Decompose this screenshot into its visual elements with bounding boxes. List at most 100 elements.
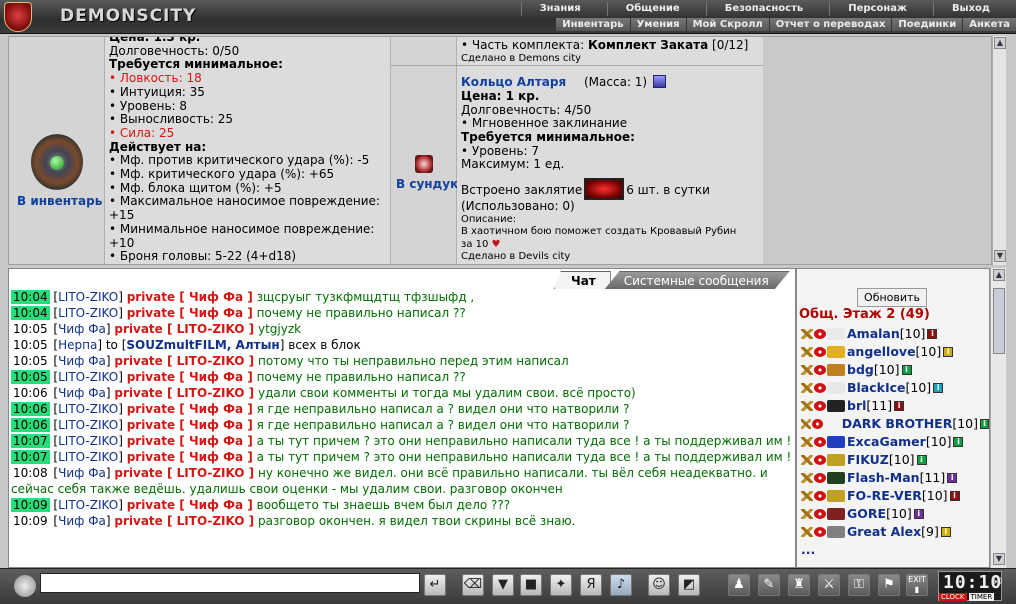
chat-timestamp[interactable]: 10:07 [11, 434, 50, 448]
user-row[interactable]: bdg [10] i [801, 361, 989, 379]
chat-timestamp[interactable]: 10:07 [11, 450, 50, 464]
chat-sender[interactable]: LITO-ZIKO [58, 450, 118, 464]
nav-main-2[interactable]: Безопасность [705, 2, 830, 16]
chat-timestamp[interactable]: 10:06 [11, 418, 50, 432]
clan-badge-icon[interactable] [827, 526, 845, 538]
chat-timestamp[interactable]: 10:06 [11, 386, 50, 400]
user-info-icon[interactable]: i [940, 527, 951, 537]
timer-mode-button[interactable]: TIMER [968, 593, 995, 601]
clan-badge-icon[interactable] [827, 364, 845, 376]
smiley-icon[interactable]: ☺ [648, 574, 670, 596]
walk-icon[interactable]: ✦ [550, 574, 572, 596]
chat-sender[interactable]: LITO-ZIKO [58, 434, 118, 448]
chat-timestamp[interactable]: 10:09 [11, 514, 50, 528]
chat-recipient[interactable]: Чиф Фа [189, 370, 243, 384]
chat-recipient[interactable]: Чиф Фа [189, 402, 243, 416]
user-info-icon[interactable]: i [933, 383, 944, 393]
chat-private-to[interactable]: private [ Чиф Фа ] [127, 402, 253, 416]
user-name[interactable]: Flash-Man [847, 469, 920, 487]
scroll-down-icon[interactable]: ▼ [994, 250, 1006, 262]
chat-sender[interactable]: Чиф Фа [58, 466, 106, 480]
clock-mode-button[interactable]: CLOCK [939, 593, 967, 601]
item2-name[interactable]: Кольцо Алтаря [461, 75, 566, 89]
chat-sender[interactable]: Чиф Фа [58, 322, 106, 336]
chat-sender[interactable]: LITO-ZIKO [58, 306, 118, 320]
chat-private-to[interactable]: private [ LITO-ZIKO ] [114, 354, 254, 368]
user-name[interactable]: BlackIce [847, 379, 906, 397]
chat-sender[interactable]: LITO-ZIKO [58, 290, 118, 304]
scroll-thumb[interactable] [993, 288, 1005, 354]
chat-timestamp[interactable]: 10:04 [11, 290, 50, 304]
chat-sender[interactable]: Нерпа [58, 338, 97, 352]
clan-badge-icon[interactable] [827, 328, 845, 340]
clan-badge-icon[interactable] [827, 436, 845, 448]
chat-recipient[interactable]: Чиф Фа [189, 290, 243, 304]
user-row[interactable]: ... [801, 541, 989, 559]
nav-main-1[interactable]: Общение [606, 2, 706, 16]
chat-recipient[interactable]: Чиф Фа [189, 434, 243, 448]
user-row[interactable]: Flash-Man [11] i [801, 469, 989, 487]
photo-icon[interactable]: ◩ [678, 574, 700, 596]
refresh-button[interactable]: Обновить [857, 288, 927, 307]
armor-icon[interactable]: ♜ [788, 574, 810, 596]
filter-icon[interactable]: ▼ [492, 574, 514, 596]
chat-recipient[interactable]: Чиф Фа [189, 306, 243, 320]
chat-sender[interactable]: LITO-ZIKO [58, 418, 118, 432]
chat-recipient[interactable]: Чиф Фа [189, 450, 243, 464]
user-info-icon[interactable]: i [953, 437, 964, 447]
nav-main-4[interactable]: Выход [932, 2, 1016, 16]
chat-private-to[interactable]: private [ Чиф Фа ] [127, 434, 253, 448]
chat-private-to[interactable]: private [ Чиф Фа ] [127, 498, 253, 512]
chat-timestamp[interactable]: 10:05 [11, 354, 50, 368]
nav-sub-0[interactable]: Инвентарь [555, 18, 629, 31]
scroll-icon[interactable]: ✎ [758, 574, 780, 596]
chat-private-to[interactable]: private [ Чиф Фа ] [127, 290, 253, 304]
to-chest-link[interactable]: В сундук [396, 177, 458, 192]
user-name[interactable]: DARK BROTHER [842, 415, 953, 433]
chat-private-to[interactable]: private [ Чиф Фа ] [127, 418, 253, 432]
eraser-icon[interactable]: ⌫ [462, 574, 484, 596]
chat-timestamp[interactable]: 10:05 [11, 370, 50, 384]
helmet-item-icon[interactable] [31, 134, 83, 190]
chat-recipient[interactable]: LITO-ZIKO [177, 322, 245, 336]
item-panel-scrollbar[interactable]: ▲ ▼ [992, 36, 1006, 265]
chat-sender[interactable]: LITO-ZIKO [58, 370, 118, 384]
chat-timestamp[interactable]: 10:06 [11, 402, 50, 416]
scroll-down-icon[interactable]: ▼ [993, 553, 1005, 565]
user-list-scrollbar[interactable]: ▲ ▼ [990, 268, 1006, 568]
nav-sub-3[interactable]: Отчет о переводах [768, 18, 892, 31]
user-row[interactable]: FIKUZ [10] i [801, 451, 989, 469]
user-name[interactable]: FO-RE-VER [847, 487, 922, 505]
clan-badge-icon[interactable] [827, 454, 845, 466]
clan-badge-icon[interactable] [827, 400, 845, 412]
flag-icon[interactable]: ⚑ [878, 574, 900, 596]
ring-item-icon[interactable] [415, 155, 433, 173]
user-name[interactable]: angellove [847, 343, 916, 361]
user-row[interactable]: Great Alex [9] i [801, 523, 989, 541]
chat-timestamp[interactable]: 10:04 [11, 306, 50, 320]
send-enter-icon[interactable]: ↵ [424, 574, 446, 596]
chat-private-to[interactable]: private [ LITO-ZIKO ] [114, 386, 254, 400]
nav-sub-2[interactable]: Мой Скролл [685, 18, 769, 31]
nav-main-0[interactable]: Знания [520, 2, 607, 16]
user-name[interactable]: Amalan [847, 325, 900, 343]
chat-private-to[interactable]: private [ LITO-ZIKO ] [114, 322, 254, 336]
user-name[interactable]: FIKUZ [847, 451, 889, 469]
chat-private-to[interactable]: private [ LITO-ZIKO ] [114, 514, 254, 528]
user-row[interactable]: Amalan [10] i [801, 325, 989, 343]
chat-timestamp[interactable]: 10:05 [11, 338, 50, 352]
user-row[interactable]: BlackIce [10] i [801, 379, 989, 397]
user-info-icon[interactable]: i [901, 365, 912, 375]
chat-sender[interactable]: Чиф Фа [58, 514, 106, 528]
clan-badge-icon[interactable] [827, 490, 845, 502]
scroll-up-icon[interactable]: ▲ [993, 269, 1005, 281]
clan-badge-icon[interactable] [824, 418, 840, 430]
user-row[interactable]: angellove [10] i [801, 343, 989, 361]
user-info-icon[interactable]: i [947, 473, 958, 483]
music-icon[interactable]: ♪ [610, 574, 632, 596]
nav-sub-1[interactable]: Умения [629, 18, 686, 31]
chat-private-to[interactable]: private [ LITO-ZIKO ] [114, 466, 254, 480]
user-row[interactable]: brl [11] i [801, 397, 989, 415]
nav-sub-4[interactable]: Поединки [891, 18, 962, 31]
chat-sender[interactable]: LITO-ZIKO [58, 498, 118, 512]
